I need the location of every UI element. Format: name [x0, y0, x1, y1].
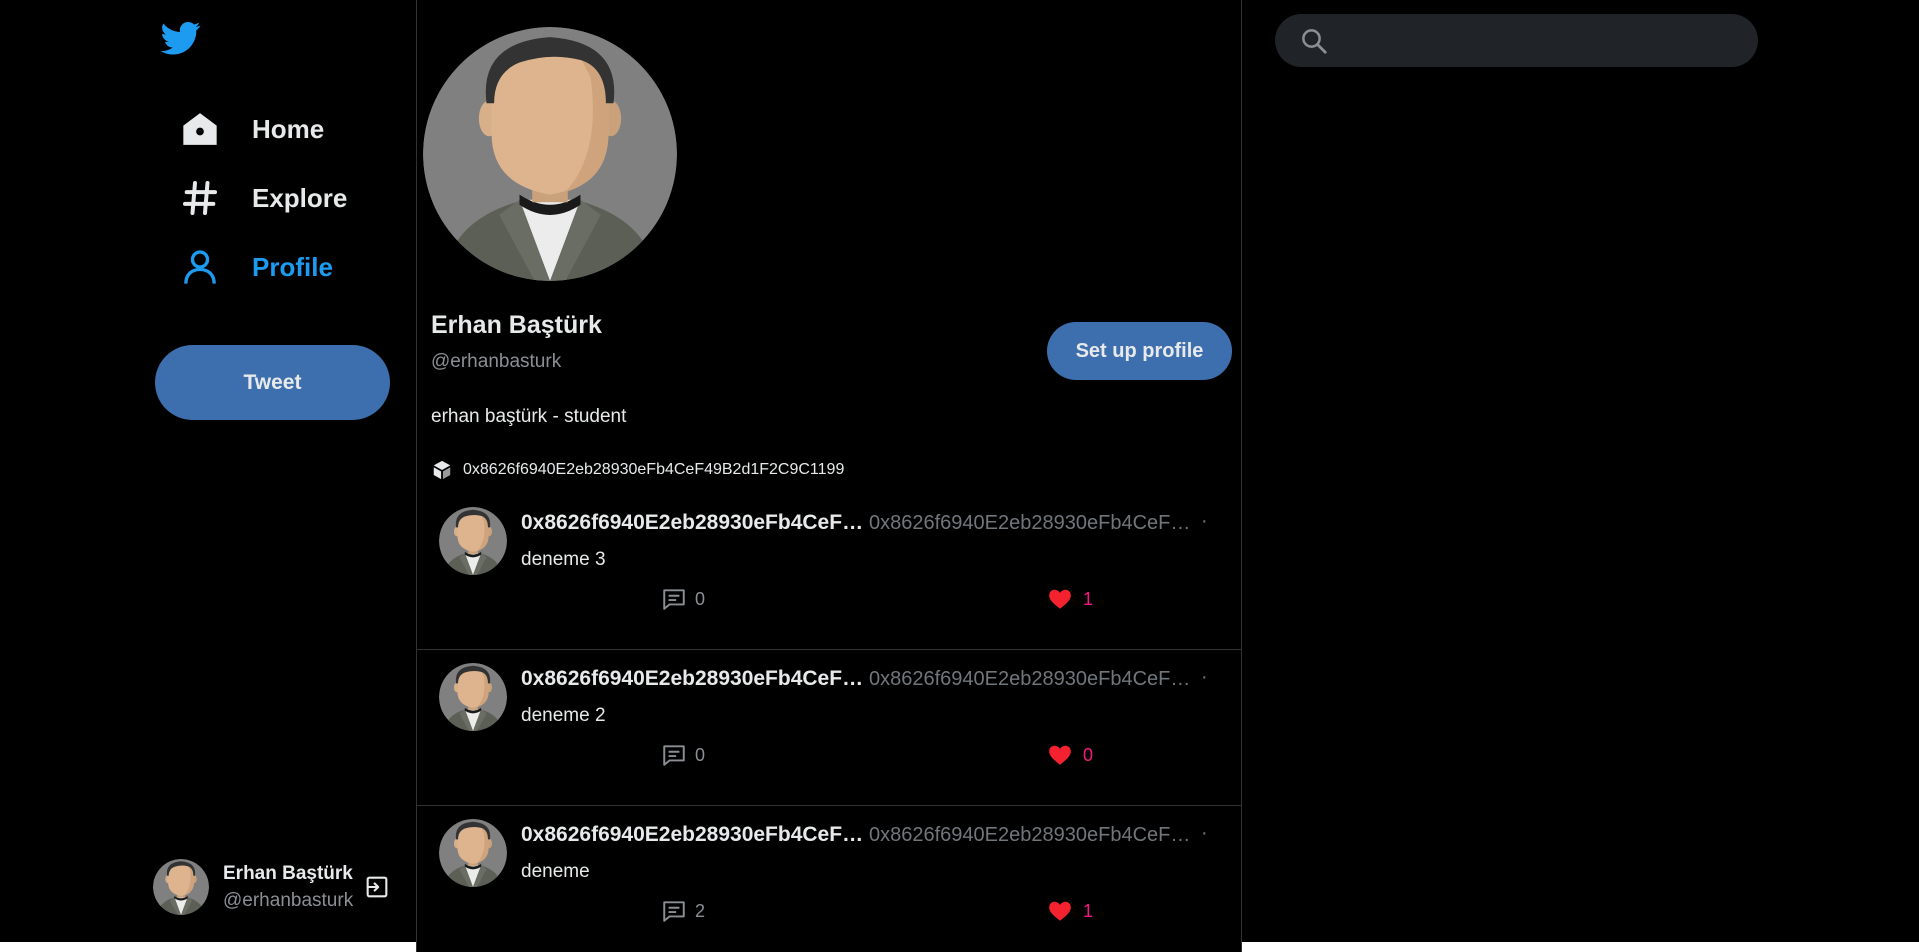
reply-count: 0	[695, 744, 706, 765]
wallet-address-row: 0x8626f6940E2eb28930eFb4CeF49B2d1F2C9C11…	[431, 459, 844, 481]
post-author-handle: 0x8626f6940E2eb28930eFb4CeF49B2d1F2C9C11…	[869, 512, 1191, 534]
account-name: Erhan Baştürk	[223, 863, 353, 884]
reply-button[interactable]: 0	[661, 586, 705, 612]
profile-avatar	[423, 27, 677, 281]
post-avatar[interactable]	[439, 507, 507, 575]
profile-column: Erhan Baştürk @erhanbasturk Set up profi…	[416, 0, 1242, 952]
twitter-bird-icon[interactable]	[158, 18, 204, 58]
reply-button[interactable]: 0	[661, 742, 705, 768]
post-card[interactable]: 0x8626f6940E2eb28930eFb4CeF49B2d1F2C9C11…	[417, 494, 1241, 650]
post-author-handle: 0x8626f6940E2eb28930eFb4CeF49B2d1F2C9C11…	[869, 824, 1191, 846]
logout-icon[interactable]	[363, 873, 391, 901]
reply-count: 2	[695, 900, 706, 921]
nav-explore[interactable]: Explore	[178, 172, 347, 224]
search-bar[interactable]	[1275, 14, 1758, 67]
nav-profile-label: Profile	[252, 251, 333, 282]
like-button[interactable]: 0	[1047, 742, 1093, 768]
person-icon	[178, 245, 222, 289]
app-window: Home Explore Profile Tweet Erhan Baştürk…	[0, 0, 1919, 952]
post-text: deneme 2	[521, 705, 606, 726]
post-separator-dot: ·	[1201, 510, 1208, 532]
reply-count: 0	[695, 588, 706, 609]
profile-handle: @erhanbasturk	[431, 351, 562, 372]
like-button[interactable]: 1	[1047, 586, 1093, 612]
hashtag-icon	[178, 176, 222, 220]
nav-profile[interactable]: Profile	[178, 241, 333, 293]
post-card[interactable]: 0x8626f6940E2eb28930eFb4CeF49B2d1F2C9C11…	[417, 806, 1241, 952]
post-text: deneme 3	[521, 549, 606, 570]
comment-icon	[661, 586, 687, 612]
post-avatar[interactable]	[439, 819, 507, 887]
heart-icon	[1047, 898, 1073, 924]
reply-button[interactable]: 2	[661, 898, 705, 924]
tweet-button[interactable]: Tweet	[155, 345, 390, 420]
post-author-handle: 0x8626f6940E2eb28930eFb4CeF49B2d1F2C9C11…	[869, 668, 1191, 690]
comment-icon	[661, 742, 687, 768]
search-input[interactable]	[1343, 22, 1743, 59]
search-icon	[1299, 26, 1329, 56]
nav-home[interactable]: Home	[178, 103, 324, 155]
setup-profile-button[interactable]: Set up profile	[1047, 322, 1232, 380]
ethereum-icon	[431, 459, 453, 481]
home-icon	[178, 107, 222, 151]
avatar	[153, 859, 209, 915]
post-card[interactable]: 0x8626f6940E2eb28930eFb4CeF49B2d1F2C9C11…	[417, 650, 1241, 806]
like-count: 1	[1083, 588, 1094, 609]
like-count: 1	[1083, 900, 1094, 921]
heart-icon	[1047, 742, 1073, 768]
like-count: 0	[1083, 744, 1094, 765]
like-button[interactable]: 1	[1047, 898, 1093, 924]
profile-name: Erhan Baştürk	[431, 311, 602, 339]
comment-icon	[661, 898, 687, 924]
nav-explore-label: Explore	[252, 182, 348, 213]
post-avatar[interactable]	[439, 663, 507, 731]
post-separator-dot: ·	[1201, 822, 1208, 844]
post-author-name[interactable]: 0x8626f6940E2eb28930eFb4CeF49B2d1F2C9C11…	[521, 511, 871, 535]
post-author-name[interactable]: 0x8626f6940E2eb28930eFb4CeF49B2d1F2C9C11…	[521, 823, 871, 847]
post-text: deneme	[521, 861, 590, 882]
sidebar: Home Explore Profile Tweet Erhan Baştürk…	[0, 0, 416, 942]
heart-icon	[1047, 586, 1073, 612]
wallet-address: 0x8626f6940E2eb28930eFb4CeF49B2d1F2C9C11…	[463, 461, 845, 478]
post-separator-dot: ·	[1201, 666, 1208, 688]
profile-bio: erhan baştürk - student	[431, 406, 627, 427]
nav-home-label: Home	[252, 113, 325, 144]
post-author-name[interactable]: 0x8626f6940E2eb28930eFb4CeF49B2d1F2C9C11…	[521, 667, 871, 691]
account-switcher[interactable]: Erhan Baştürk @erhanbasturk	[153, 857, 393, 917]
account-handle: @erhanbasturk	[223, 890, 354, 911]
